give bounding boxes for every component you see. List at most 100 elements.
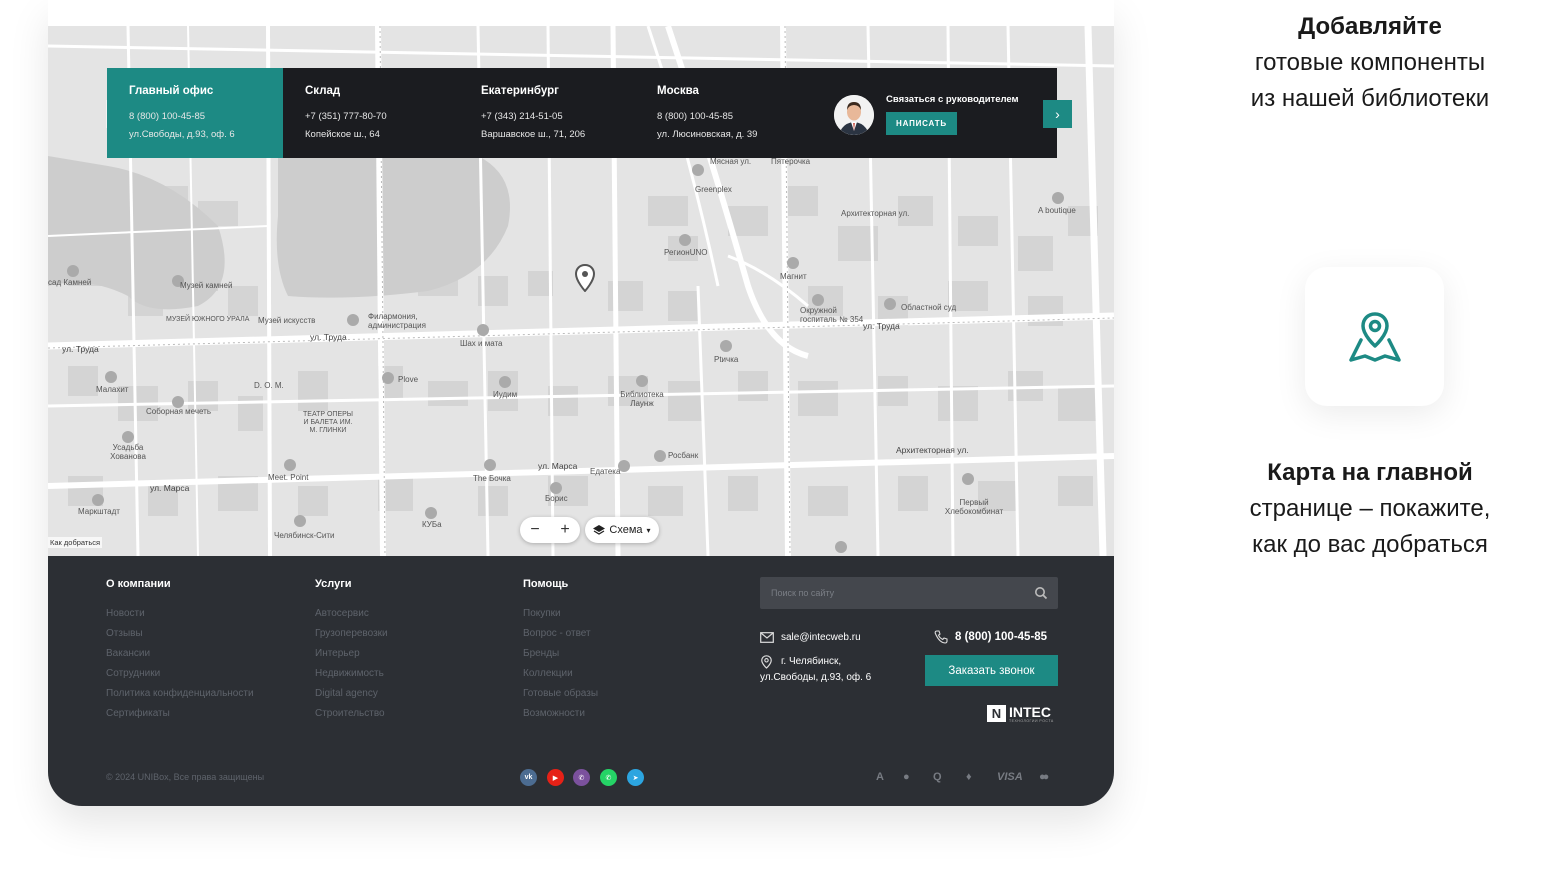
footer-link[interactable]: Политика конфиденциальности [106,688,254,699]
avatar [834,95,874,135]
map-place-label: Окружной госпиталь № 354 [800,306,864,325]
whatsapp-icon[interactable]: ✆ [600,769,617,786]
footer-link[interactable]: Новости [106,608,254,619]
viber-icon[interactable]: ✆ [573,769,590,786]
search-icon[interactable] [1034,586,1048,600]
footer-link[interactable]: Недвижимость [315,668,388,679]
map-place-label: Мясная ул. [710,157,752,166]
footer-link[interactable]: Коллекции [523,668,598,679]
footer-link[interactable]: Вакансии [106,648,254,659]
footer-email[interactable]: sale@intecweb.ru [781,632,861,643]
office-name: Главный офис [129,85,214,97]
footer-link[interactable]: Автосервис [315,608,388,619]
contacts-next-button[interactable]: › [1043,100,1072,128]
map-street-label: Архитекторная ул. [896,445,969,455]
office-name: Екатеринбург [481,85,559,97]
side-caption-line: странице – покажите, [1249,495,1491,522]
write-button[interactable]: НАПИСАТЬ [886,112,957,135]
map-place-label: ТЕАТР ОПЕРЫ И БАЛЕТА ИМ. М. ГЛИНКИ [303,411,353,435]
footer-link[interactable]: Грузоперевозки [315,628,388,639]
footer-column-title: Услуги [315,578,352,590]
map-place-label: Greenplex [695,185,732,194]
map-place-label: Библиотека Лаунж [620,390,664,409]
chevron-right-icon: › [1055,106,1060,122]
zoom-out-button[interactable]: − [530,522,539,538]
map-street-label: ул. Труда [863,321,900,331]
map-place-label: Шах и мата [460,339,503,348]
footer-phone[interactable]: 8 (800) 100-45-85 [955,631,1047,643]
vk-icon[interactable]: vk [520,769,537,786]
footer-column-help: Помощь Покупки Вопрос - ответ Бренды Кол… [523,578,598,728]
footer-link[interactable]: Интерьер [315,648,388,659]
footer-link[interactable]: Бренды [523,648,598,659]
layers-icon [593,525,606,535]
map-place-label: Первый Хлебокомбинат [944,498,1004,517]
map-layer-button[interactable]: Схема ▾ [585,517,659,543]
footer-link[interactable]: Готовые образы [523,688,598,699]
office-tab-main[interactable]: Главный офис 8 (800) 100-45-85 ул.Свобод… [107,68,283,158]
office-address: ул.Свободы, д.93, оф. 6 [129,129,235,140]
office-tab-ekaterinburg[interactable]: Екатеринбург +7 (343) 214-51-05 Варшавск… [459,68,635,158]
zoom-in-button[interactable]: + [560,522,569,538]
alfabank-icon: A [876,771,884,783]
logo-mark-icon: N [987,705,1006,722]
footer-address-street: ул.Свободы, д.93, оф. 6 [760,672,872,683]
map-place-label: Соборная мечеть [146,407,211,416]
side-caption-title: Добавляйте [1298,13,1442,40]
office-tab-moscow[interactable]: Москва 8 (800) 100-45-85 ул. Люсиновская… [635,68,811,158]
footer-link[interactable]: Digital agency [315,688,388,699]
phone-icon [934,630,948,644]
manager-title: Связаться с руководителем [886,94,1019,105]
search-input[interactable] [760,577,1020,609]
map-layer-label: Схема [609,524,643,536]
office-phone: 8 (800) 100-45-85 [129,111,206,122]
map-place-label: Магнит [780,272,807,281]
qiwi-icon: Q [933,771,942,783]
map-place-label: Пятерочка [771,157,811,166]
map-place-label: РегионUNO [664,248,708,257]
map-place-label: D. O. M. [254,381,284,390]
map-place-label: Филармония, администрация [368,312,426,331]
footer-column-company: О компании Новости Отзывы Вакансии Сотру… [106,578,254,728]
map-place-label: Музей камней [180,281,233,290]
side-caption-line: как до вас добраться [1252,531,1488,558]
footer-link[interactable]: Вопрос - ответ [523,628,598,639]
footer-link[interactable]: Возможности [523,708,598,719]
office-phone: +7 (343) 214-51-05 [481,111,563,122]
footer-link[interactable]: Строительство [315,708,388,719]
callback-button[interactable]: Заказать звонок [925,655,1058,686]
map-place-label: Meet. Point [268,473,309,482]
map-route-link[interactable]: Как добраться [48,537,103,548]
footer-link[interactable]: Отзывы [106,628,254,639]
map-place-label: сад Камней [48,278,92,287]
footer-link[interactable]: Сотрудники [106,668,254,679]
contacts-bar: Главный офис 8 (800) 100-45-85 ул.Свобод… [107,68,1057,158]
telegram-icon[interactable]: ➤ [627,769,644,786]
map-place-label: Едатека [590,467,621,476]
location-pin-icon [761,655,772,669]
office-tab-warehouse[interactable]: Склад +7 (351) 777-80-70 Копейское ш., 6… [283,68,459,158]
sberbank-icon: ● [903,771,910,783]
map-place-label: Музей искусств [258,316,316,325]
map-street-label: ул. Марса [538,461,578,471]
youtube-icon[interactable]: ▶ [547,769,564,786]
office-address: Копейское ш., 64 [305,129,380,140]
feature-icon-card [1305,267,1444,406]
map-pin-icon[interactable] [575,264,595,292]
office-name: Москва [657,85,699,97]
site-preview-card: ул. Труда ул. Труда ул. Труда ул. Марса … [48,0,1114,806]
footer-link[interactable]: Сертификаты [106,708,254,719]
map-place-label: Малахит [96,385,129,394]
footer-search [760,577,1058,609]
logo-text: INTEC [1009,704,1051,720]
mastercard-icon: ●● [1039,771,1049,783]
office-address: ул. Люсиновская, д. 39 [657,129,758,140]
map-location-icon [1348,311,1401,362]
map-place-label: Борис [545,494,568,503]
map-street-label: ул. Марса [150,483,190,493]
site-footer: О компании Новости Отзывы Вакансии Сотру… [48,556,1114,806]
footer-link[interactable]: Покупки [523,608,598,619]
map-place-label: КУБа [422,520,442,529]
map-zoom-control: − + [520,517,580,543]
intec-logo[interactable]: N INTEC ТЕХНОЛОГИИ РОСТА [987,705,1054,723]
